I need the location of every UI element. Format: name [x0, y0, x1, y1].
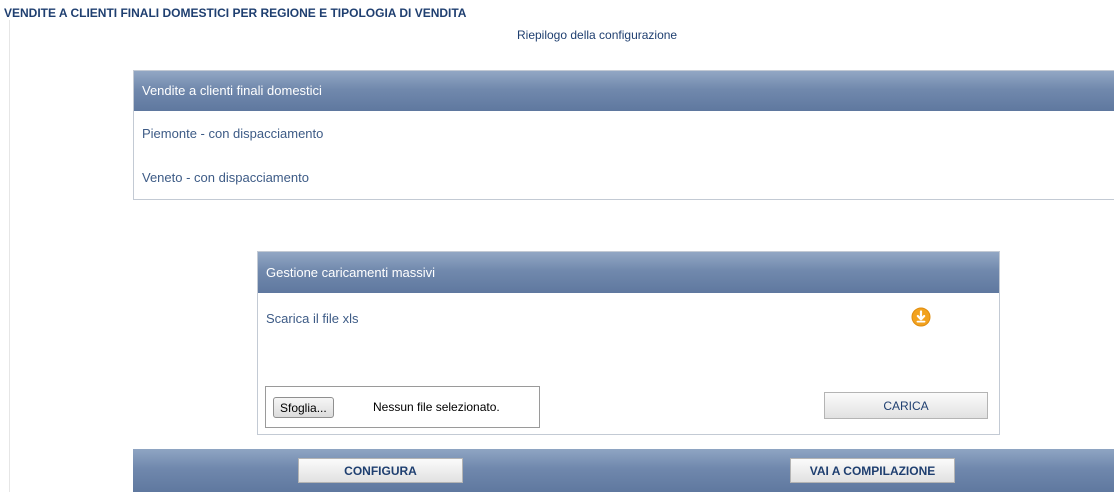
file-input[interactable]: Sfoglia... Nessun file selezionato.: [265, 386, 540, 428]
action-bar: CONFIGURA VAI A COMPILAZIONE: [133, 449, 1114, 492]
page-title: VENDITE A CLIENTI FINALI DOMESTICI PER R…: [4, 6, 467, 20]
browse-button[interactable]: Sfoglia...: [273, 397, 334, 418]
bulk-upload-panel: Gestione caricamenti massivi Scarica il …: [257, 251, 1000, 435]
summary-item-piemonte: Piemonte - con dispacciamento: [142, 126, 324, 141]
summary-panel-header: Vendite a clienti finali domestici: [134, 71, 1114, 111]
file-status-text: Nessun file selezionato.: [373, 400, 500, 414]
page-subtitle: Riepilogo della configurazione: [517, 28, 678, 42]
configure-button[interactable]: CONFIGURA: [298, 458, 463, 483]
configuration-summary-panel: Vendite a clienti finali domestici Piemo…: [133, 70, 1114, 200]
summary-item-veneto: Veneto - con dispacciamento: [142, 170, 309, 185]
upload-panel-header: Gestione caricamenti massivi: [258, 252, 999, 293]
download-xls-link[interactable]: Scarica il file xls: [266, 311, 358, 326]
go-to-compilation-button[interactable]: VAI A COMPILAZIONE: [790, 458, 955, 483]
left-divider: [9, 20, 10, 492]
download-icon[interactable]: [911, 307, 931, 327]
upload-button[interactable]: CARICA: [824, 392, 988, 419]
